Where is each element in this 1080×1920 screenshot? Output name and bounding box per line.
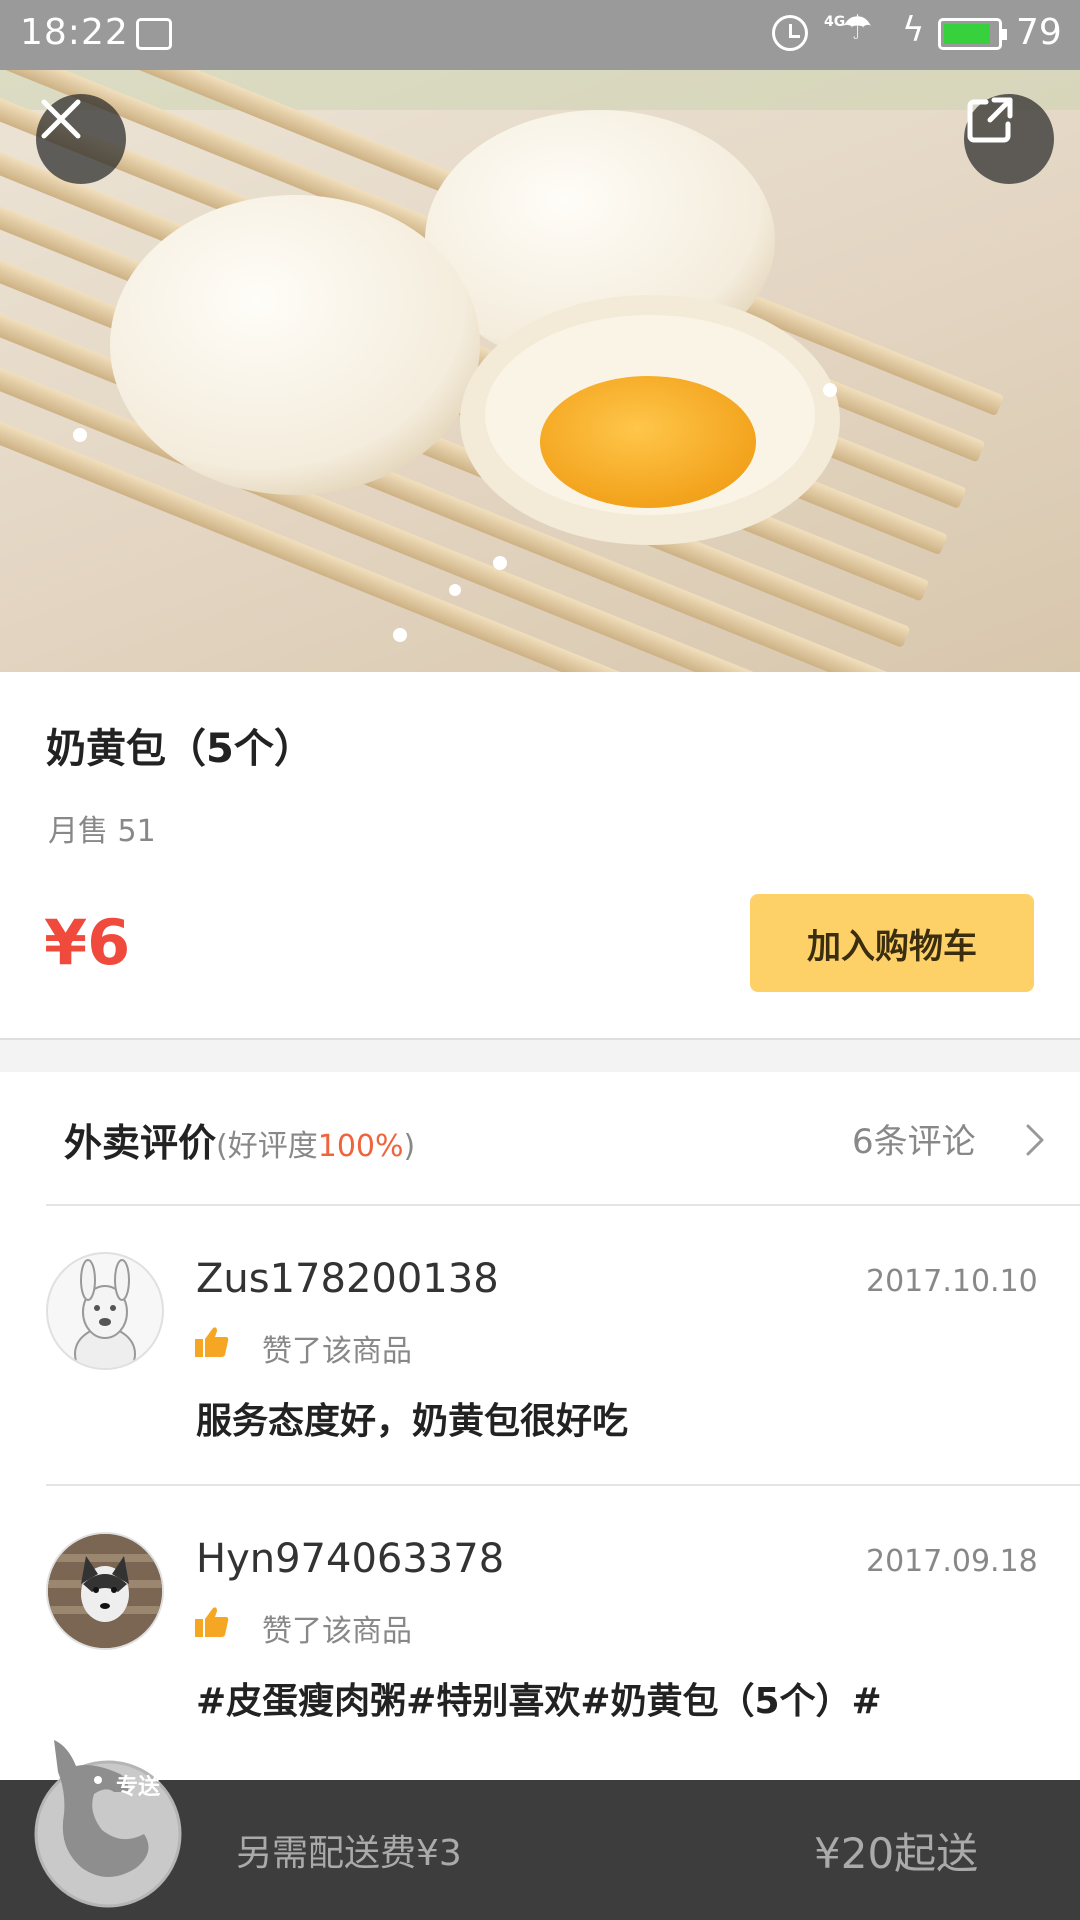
product-price: ¥6 — [44, 906, 131, 979]
reviews-title: 外卖评价 — [64, 1121, 217, 1165]
charging-icon: ϟ — [902, 10, 925, 50]
divider — [46, 1484, 1080, 1486]
thumbs-up-icon — [195, 1607, 229, 1637]
section-divider — [0, 1038, 1080, 1072]
review-date: 2017.09.18 — [866, 1544, 1038, 1579]
close-button[interactable] — [36, 94, 126, 184]
gallery-icon — [136, 18, 172, 50]
product-photo — [0, 70, 1080, 672]
thumbs-up-icon — [195, 1327, 229, 1357]
dog-avatar-icon — [48, 1534, 162, 1648]
kangaroo-logo-icon: 专送 — [34, 1740, 182, 1908]
logo-label: 专送 — [116, 1774, 160, 1800]
review-liked-label: 赞了该商品 — [262, 1334, 412, 1369]
add-to-cart-button[interactable]: 加入购物车 — [750, 894, 1034, 992]
positive-rating: (好评度100%) — [216, 1129, 416, 1164]
battery-icon — [938, 18, 1007, 50]
all-reviews-link[interactable]: 6条评论 — [852, 1114, 976, 1163]
review-username: Hyn974063378 — [196, 1536, 505, 1582]
steamed-buns-illustration — [0, 70, 1080, 672]
divider — [46, 1204, 1080, 1206]
monthly-sales: 月售 51 — [48, 814, 156, 849]
avatar — [46, 1532, 164, 1650]
review-text: 服务态度好，奶黄包很好吃 — [196, 1401, 629, 1442]
kangaroo-avatar-icon — [74, 1259, 136, 1368]
share-icon — [967, 97, 1013, 143]
weather-icon: ☂ — [842, 8, 873, 48]
share-button[interactable] — [964, 94, 1054, 184]
product-name: 奶黄包（5个） — [46, 726, 314, 772]
review-username: Zus178200138 — [196, 1256, 499, 1302]
status-time: 18:22 — [20, 12, 129, 53]
battery-level: 79 — [1016, 12, 1062, 53]
alarm-icon — [772, 15, 808, 51]
status-bar: 18:22 4G ☂ ϟ 79 — [0, 0, 1080, 70]
minimum-order: ¥20起送 — [814, 1829, 979, 1878]
review-text: #皮蛋瘦肉粥#特别喜欢#奶黄包（5个）# — [196, 1681, 882, 1722]
close-icon — [41, 99, 81, 139]
reviews-header: 外卖评价(好评度100%) — [64, 1112, 415, 1167]
rating-percent: 100% — [317, 1129, 404, 1164]
delivery-fee: 另需配送费¥3 — [236, 1833, 462, 1874]
review-date: 2017.10.10 — [866, 1264, 1038, 1299]
chevron-right-icon[interactable] — [1024, 1122, 1046, 1158]
review-liked-label: 赞了该商品 — [262, 1614, 412, 1649]
avatar — [46, 1252, 164, 1370]
